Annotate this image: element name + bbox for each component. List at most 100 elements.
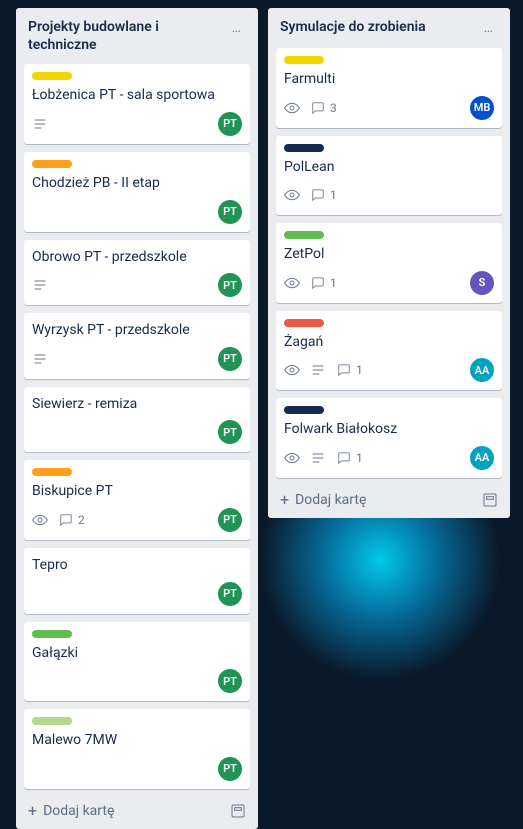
card[interactable]: Chodzież PB - II etap PT [24,152,250,232]
comments-count: 1 [330,188,337,202]
card-title: Malewo 7MW [32,731,242,751]
description-icon [310,362,326,378]
eye-icon [284,275,300,291]
list-menu-icon[interactable]: … [228,18,246,38]
add-card: + Dodaj kartę [24,797,250,821]
plus-icon: + [28,803,37,819]
avatar[interactable]: PT [218,508,242,532]
description-icon [310,450,326,466]
avatar[interactable]: PT [218,200,242,224]
card[interactable]: Łobżenica PT - sala sportowa PT [24,64,250,144]
card[interactable]: GałązkiPT [24,622,250,702]
card-label[interactable] [32,468,72,476]
eye-icon [32,512,48,528]
card-badges: PT [32,420,242,444]
card[interactable]: Wyrzysk PT - przedszkole PT [24,313,250,379]
card-label[interactable] [284,319,324,327]
description-icon [32,116,48,132]
avatar[interactable]: AA [470,446,494,470]
card[interactable]: Żagań 1 AA [276,311,502,391]
plus-icon: + [280,492,289,508]
add-card: + Dodaj kartę [276,486,502,510]
card-title: Tepro [32,556,242,576]
avatar[interactable]: PT [218,347,242,371]
card[interactable]: Folwark Białokosz 1 AA [276,398,502,478]
card[interactable]: Malewo 7MW PT [24,709,250,789]
card-title: Łobżenica PT - sala sportowa [32,86,242,106]
avatar[interactable]: PT [218,420,242,444]
eye-icon [284,100,300,116]
comments-badge: 3 [310,100,337,116]
add-card-button[interactable]: + Dodaj kartę [28,803,114,819]
card-title: Biskupice PT [32,482,242,502]
list: Symulacje do zrobienia… Farmulti 3 MB PolLea… [268,8,510,518]
card-label[interactable] [32,72,72,80]
card-badges: 1S [284,271,494,295]
add-card-label: Dodaj kartę [43,803,114,819]
comments-badge: 1 [336,362,363,378]
description-icon [32,351,48,367]
card-badges: 2 PT [32,508,242,532]
add-card-button[interactable]: + Dodaj kartę [280,492,366,508]
avatar[interactable]: S [470,271,494,295]
card[interactable]: Siewierz - remiza PT [24,387,250,453]
comment-icon [310,275,326,291]
card[interactable]: Farmulti 3 MB [276,48,502,128]
list-header: Projekty budowlane i techniczne… [24,16,250,56]
card-label[interactable] [284,231,324,239]
card[interactable]: Obrowo PT - przedszkole PT [24,240,250,306]
card-badges: PT [32,757,242,781]
avatar[interactable]: PT [218,112,242,136]
list-menu-icon[interactable]: … [480,18,498,38]
card-badges: PT [32,112,242,136]
card-title: Obrowo PT - przedszkole [32,248,242,268]
card-title: Żagań [284,333,494,353]
comment-icon [310,187,326,203]
comment-icon [336,450,352,466]
card-title: Wyrzysk PT - przedszkole [32,321,242,341]
comments-badge: 1 [310,187,337,203]
card[interactable]: Tepro PT [24,548,250,614]
card-badges: 1 [284,183,494,207]
card-label[interactable] [32,630,72,638]
card[interactable]: ZetPol1S [276,223,502,303]
avatar[interactable]: PT [218,273,242,297]
list-title[interactable]: Symulacje do zrobienia [280,18,480,36]
card-title: Farmulti [284,70,494,90]
card-label[interactable] [32,717,72,725]
eye-icon [284,187,300,203]
comment-icon [58,512,74,528]
card-title: Folwark Białokosz [284,420,494,440]
comment-icon [336,362,352,378]
card-label[interactable] [284,406,324,414]
card[interactable]: PolLean1 [276,136,502,216]
card[interactable]: Biskupice PT 2 PT [24,460,250,540]
card-badges: 1 AA [284,446,494,470]
card-title: ZetPol [284,245,494,265]
template-icon[interactable] [230,803,246,819]
comments-badge: 2 [58,512,85,528]
comments-count: 1 [330,276,337,290]
comments-badge: 1 [310,275,337,291]
card-title: Chodzież PB - II etap [32,174,242,194]
avatar[interactable]: MB [470,96,494,120]
card-badges: PT [32,273,242,297]
comments-count: 1 [356,451,363,465]
avatar[interactable]: PT [218,582,242,606]
add-card-label: Dodaj kartę [295,492,366,508]
comments-count: 1 [356,363,363,377]
template-icon[interactable] [482,492,498,508]
avatar[interactable]: PT [218,757,242,781]
card-badges: PT [32,200,242,224]
avatar[interactable]: AA [470,358,494,382]
avatar[interactable]: PT [218,669,242,693]
card-label[interactable] [32,160,72,168]
card-badges: PT [32,582,242,606]
card-title: Siewierz - remiza [32,395,242,415]
description-icon [32,277,48,293]
list-header: Symulacje do zrobienia… [276,16,502,40]
card-label[interactable] [284,56,324,64]
list-title[interactable]: Projekty budowlane i techniczne [28,18,228,54]
card-label[interactable] [284,144,324,152]
comments-badge: 1 [336,450,363,466]
